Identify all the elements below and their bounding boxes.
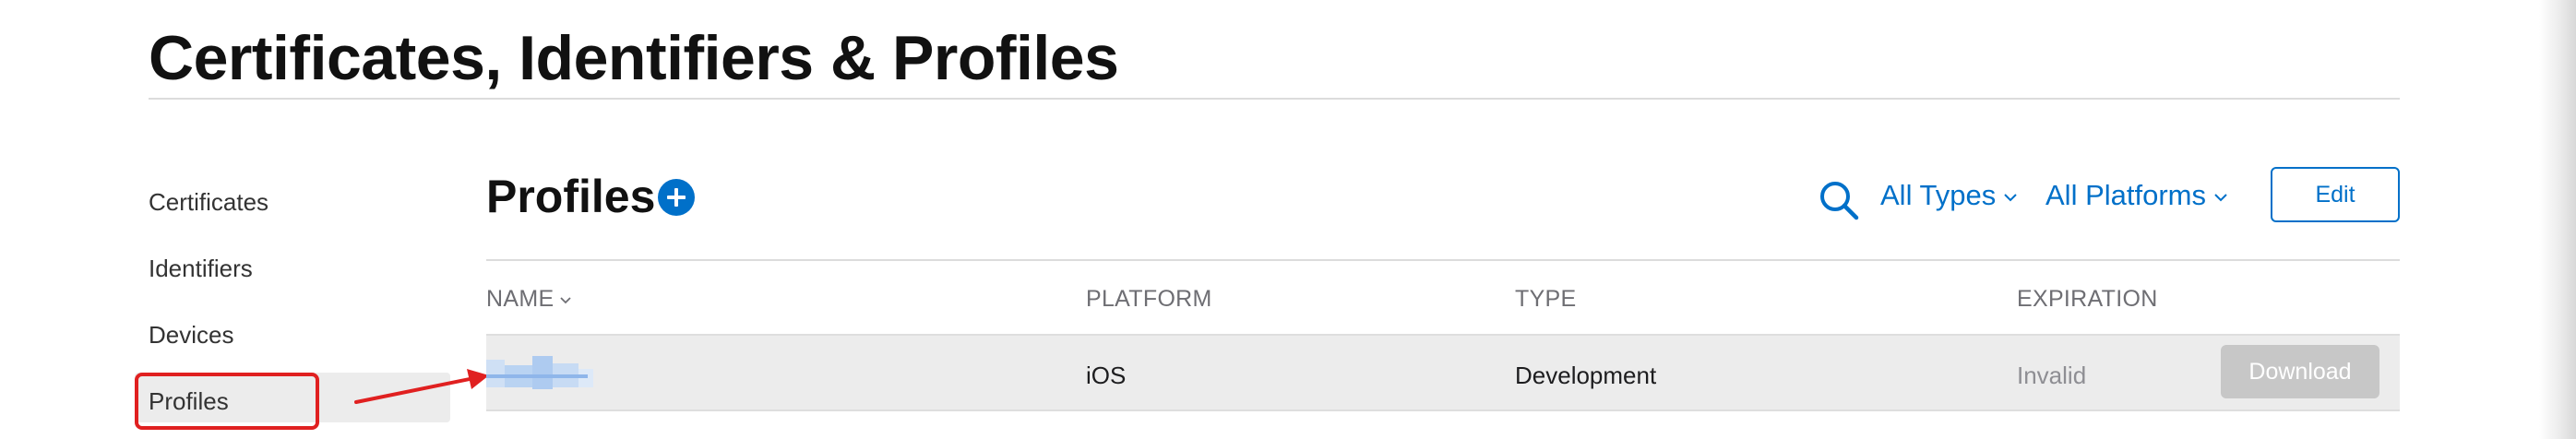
sidebar-item-devices[interactable]: Devices: [149, 321, 233, 350]
column-header-name-label: NAME: [486, 286, 555, 312]
developer-portal-page: Certificates, Identifiers & Profiles Cer…: [0, 0, 2576, 439]
edit-button[interactable]: Edit: [2271, 167, 2400, 222]
cell-platform: iOS: [1086, 362, 1127, 389]
cell-expiration: Invalid: [2017, 362, 2087, 389]
chevron-down-icon: [2214, 194, 2227, 202]
platforms-filter-dropdown[interactable]: All Platforms: [2045, 179, 2228, 212]
table-divider: [486, 259, 2400, 261]
search-icon[interactable]: [1818, 179, 1860, 221]
annotation-highlight-box: [135, 373, 319, 430]
chevron-down-icon: [560, 297, 572, 304]
chevron-down-icon: [2004, 194, 2017, 202]
column-header-name[interactable]: NAME: [486, 286, 572, 313]
sidebar-item-certificates[interactable]: Certificates: [149, 188, 268, 217]
download-button[interactable]: Download: [2221, 345, 2379, 398]
types-filter-label: All Types: [1880, 179, 1997, 211]
section-title-profiles: Profiles: [486, 171, 656, 222]
column-header-expiration: EXPIRATION: [2017, 286, 2158, 312]
page-title: Certificates, Identifiers & Profiles: [149, 23, 1119, 93]
column-header-type: TYPE: [1515, 286, 1577, 312]
platforms-filter-label: All Platforms: [2045, 179, 2206, 211]
header-divider: [149, 98, 2400, 100]
cell-type: Development: [1515, 362, 1657, 389]
table-row[interactable]: iOS Development Invalid Download: [486, 334, 2400, 411]
sidebar-item-identifiers[interactable]: Identifiers: [149, 255, 253, 283]
add-profile-button[interactable]: [658, 179, 695, 216]
profile-name-redacted: [486, 356, 593, 389]
annotation-arrow-icon: [354, 369, 489, 404]
column-header-platform: PLATFORM: [1086, 286, 1212, 312]
window-edge-shadow: [2539, 0, 2576, 439]
types-filter-dropdown[interactable]: All Types: [1880, 179, 2018, 212]
